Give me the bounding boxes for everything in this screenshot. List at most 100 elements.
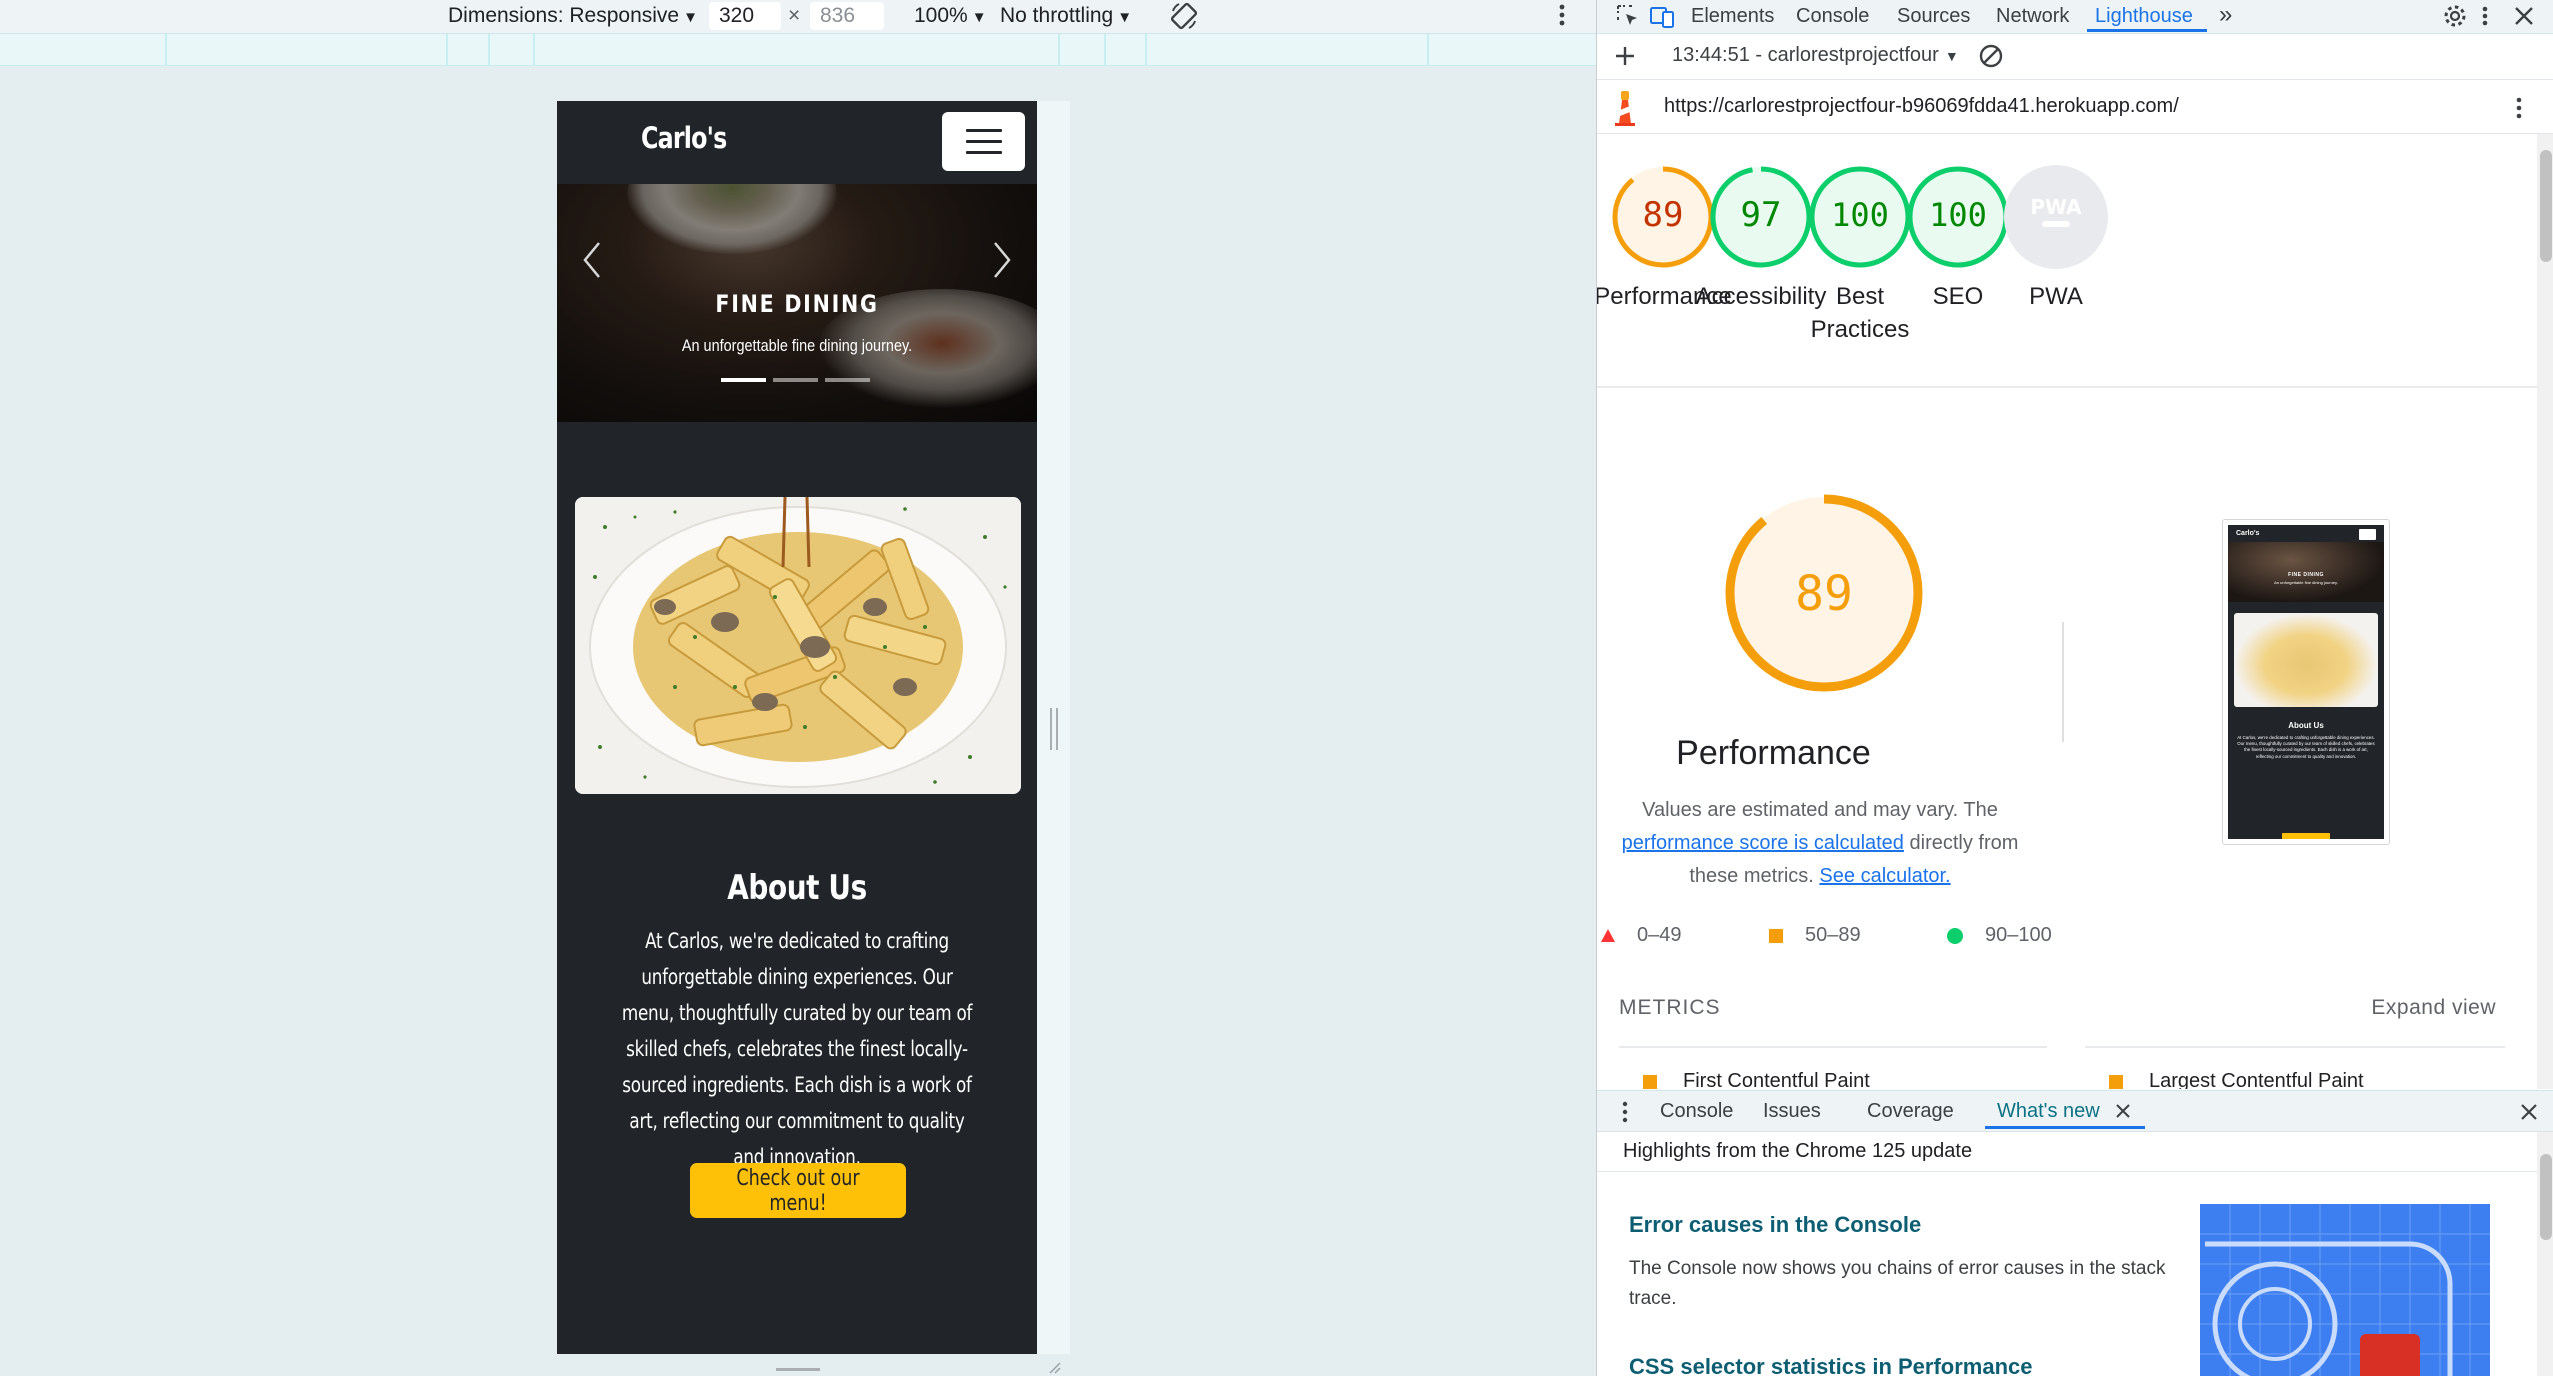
devtools-menu-icon[interactable] [2479, 3, 2491, 29]
pwa-badge-icon: PWA [2030, 195, 2082, 219]
tab-lighthouse[interactable]: Lighthouse [2087, 2, 2207, 32]
zoom-dropdown[interactable]: 100% ▼ [914, 2, 987, 30]
expand-view-toggle[interactable]: Expand view [2371, 996, 2496, 1020]
tab-elements[interactable]: Elements [1691, 2, 1774, 32]
caret-down-icon: ▼ [971, 9, 987, 26]
carousel-indicator[interactable] [773, 378, 818, 382]
metric-largest-contentful-paint: Largest Contentful Paint [2109, 1070, 2364, 1089]
site-navbar: Carlo's [557, 101, 1037, 184]
device-toggle-icon[interactable] [1649, 3, 1675, 29]
hero-title: FINE DINING [715, 290, 879, 318]
height-input[interactable]: 836 [810, 2, 884, 30]
score-calculated-link[interactable]: performance score is calculated [1622, 832, 1904, 854]
lighthouse-toolbar: 13:44:51 - carlorestprojectfour ▼ [1597, 34, 2553, 80]
whats-new-heading: Highlights from the Chrome 125 update [1597, 1132, 2537, 1172]
score-label: PWA [2029, 283, 2083, 310]
drawer-scrollbar[interactable] [2537, 1132, 2553, 1376]
lighthouse-logo-icon [1615, 91, 1635, 126]
throttling-dropdown[interactable]: No throttling ▼ [1000, 2, 1132, 30]
tab-sources[interactable]: Sources [1897, 2, 1970, 32]
device-toolbar: Dimensions: Responsive ▼ 320 × 836 100% ▼ … [0, 0, 1596, 34]
orange-square-icon [1643, 1074, 1657, 1089]
inspect-element-icon[interactable] [1615, 3, 1641, 29]
tab-console[interactable]: Console [1796, 2, 1869, 32]
score-gauge-pwa[interactable]: PWA PWA [1976, 164, 2136, 313]
drawer-tab-issues[interactable]: Issues [1763, 1097, 1821, 1129]
hamburger-icon [966, 129, 1002, 132]
report-url: https://carlorestprojectfour-b96069fdda4… [1664, 95, 2179, 117]
whats-new-illustration [2200, 1204, 2490, 1376]
legend-fail: 0–49 [1601, 924, 1682, 947]
drawer-tab-whats-new[interactable]: What's new [1985, 1097, 2146, 1129]
zoom-label: 100% [914, 4, 968, 27]
report-menu-icon[interactable] [2513, 94, 2525, 122]
drawer-tabbar: Console Issues Coverage What's new [1597, 1090, 2553, 1132]
site-brand[interactable]: Carlo's [641, 121, 727, 155]
devtools-tabbar: Elements Console Sources Network Lightho… [1597, 0, 2553, 34]
about-text: At Carlos, we're dedicated to crafting u… [621, 929, 973, 1169]
corner-resize-icon[interactable] [1048, 1362, 1062, 1374]
carousel-indicator[interactable] [825, 378, 870, 382]
report-selector[interactable]: 13:44:51 - carlorestprojectfour ▼ [1672, 44, 1959, 67]
report-selector-label: 13:44:51 - carlorestprojectfour [1672, 44, 1939, 66]
pasta-image [575, 497, 1021, 794]
close-devtools-icon[interactable] [2511, 3, 2537, 29]
green-circle-icon [1947, 927, 1963, 944]
performance-big-gauge: 89 [1725, 494, 1923, 692]
viewport-bottom-resize-handle[interactable] [776, 1368, 820, 1371]
orange-square-icon [1769, 928, 1783, 943]
width-input[interactable]: 320 [709, 2, 781, 30]
dimensions-label: Dimensions: Responsive [448, 4, 680, 27]
whats-new-card-text: The Console now shows you chains of erro… [1629, 1258, 2166, 1309]
devtools-panel: Elements Console Sources Network Lightho… [1596, 0, 2553, 1376]
settings-gear-icon[interactable] [2442, 3, 2468, 29]
drawer-tab-console[interactable]: Console [1660, 1097, 1733, 1129]
menu-button[interactable]: Check out our menu! [690, 1163, 906, 1218]
more-tabs-icon[interactable]: » [2219, 2, 2232, 32]
new-report-plus-icon[interactable] [1613, 44, 1637, 68]
legend-average: 50–89 [1769, 924, 1861, 947]
tab-network[interactable]: Network [1996, 2, 2069, 32]
carousel-indicator[interactable] [721, 378, 766, 382]
legend-pass: 90–100 [1947, 924, 2052, 947]
drawer-menu-icon[interactable] [1619, 1099, 1631, 1125]
carousel-next-icon[interactable] [989, 239, 1015, 281]
drawer-tab-coverage[interactable]: Coverage [1867, 1097, 1954, 1129]
times-sign: × [788, 4, 801, 27]
whats-new-card-title[interactable]: Error causes in the Console [1629, 1212, 1921, 1238]
score-value: 97 [1741, 195, 1782, 235]
svg-text:89: 89 [1795, 566, 1853, 622]
clear-block-icon[interactable] [1978, 43, 2004, 69]
red-triangle-icon [1601, 929, 1615, 943]
lighthouse-scrollbar[interactable] [2537, 134, 2553, 1089]
performance-title: Performance [1676, 734, 1871, 772]
throttling-label: No throttling [1000, 4, 1114, 27]
more-options-icon[interactable] [1556, 0, 1568, 28]
dimensions-dropdown[interactable]: Dimensions: Responsive ▼ [448, 2, 698, 30]
caret-down-icon: ▼ [1944, 48, 1959, 64]
hero-carousel: FINE DINING An unforgettable fine dining… [557, 184, 1037, 422]
hamburger-menu-button[interactable] [942, 112, 1025, 171]
score-value: 89 [1643, 195, 1684, 235]
caret-down-icon: ▼ [683, 9, 698, 26]
whats-new-card2-title[interactable]: CSS selector statistics in Performance [1629, 1354, 2033, 1376]
metrics-header: METRICS Expand view [1619, 996, 2519, 1020]
orange-square-icon [2109, 1074, 2123, 1089]
hero-subtitle: An unforgettable fine dining journey. [681, 336, 913, 355]
final-screenshot-thumbnail[interactable]: Carlo's FINE DINING An unforgettable fin… [2222, 519, 2390, 845]
menu-button-label: Check out our menu! [736, 1165, 860, 1216]
viewport-resize-handle[interactable] [1050, 708, 1058, 750]
devtools-drawer: Console Issues Coverage What's new Highl… [1597, 1090, 2553, 1376]
close-drawer-icon[interactable] [2519, 1102, 2539, 1122]
lighthouse-url-bar: https://carlorestprojectfour-b96069fdda4… [1597, 80, 2553, 134]
media-query-ruler[interactable] [0, 34, 1596, 66]
rotate-icon[interactable] [1168, 0, 1200, 30]
lighthouse-report: 89 Performance 97 Accessibility 100 Best Pract… [1597, 134, 2537, 1089]
close-tab-icon[interactable] [2115, 1103, 2131, 1119]
emulated-viewport[interactable]: Carlo's FINE DINING An unforgettable fin… [557, 101, 1037, 1354]
carousel-prev-icon[interactable] [579, 239, 605, 281]
see-calculator-link[interactable]: See calculator. [1819, 865, 1950, 887]
caret-down-icon: ▼ [1117, 9, 1133, 26]
performance-description: Values are estimated and may vary. The p… [1621, 799, 2019, 887]
metrics-heading: METRICS [1619, 996, 1721, 1019]
